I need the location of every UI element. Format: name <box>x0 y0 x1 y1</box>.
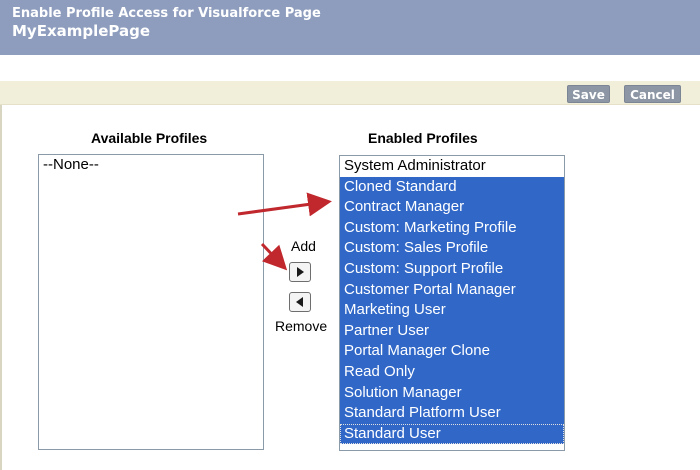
list-item[interactable]: Standard Platform User <box>340 403 564 424</box>
cancel-button[interactable]: Cancel <box>624 85 681 103</box>
triangle-left-icon <box>296 297 303 307</box>
enabled-profiles-label: Enabled Profiles <box>368 130 478 146</box>
list-item[interactable]: Contract Manager <box>340 197 564 218</box>
available-profiles-label: Available Profiles <box>91 130 208 146</box>
header-spacer <box>0 55 700 81</box>
list-item[interactable]: Portal Manager Clone <box>340 341 564 362</box>
button-bar: Save Cancel <box>0 81 700 105</box>
remove-button[interactable] <box>289 292 311 312</box>
list-item[interactable]: --None-- <box>39 155 263 176</box>
list-item[interactable]: Read Only <box>340 361 564 383</box>
list-item[interactable]: System Administrator <box>340 156 564 177</box>
page-title: MyExamplePage <box>12 22 151 40</box>
add-label: Add <box>291 238 316 254</box>
save-button[interactable]: Save <box>567 85 610 103</box>
add-button[interactable] <box>289 262 311 282</box>
list-item[interactable]: Marketing User <box>340 300 564 321</box>
list-item[interactable]: Standard User <box>340 423 564 445</box>
list-item[interactable]: Customer Portal Manager <box>340 279 564 301</box>
list-item[interactable]: Cloned Standard <box>340 176 564 198</box>
remove-label: Remove <box>275 318 328 334</box>
list-item[interactable]: Partner User <box>340 320 564 342</box>
triangle-right-icon <box>297 267 304 277</box>
enabled-profiles-list[interactable]: System Administrator Cloned Standard Con… <box>339 155 565 451</box>
list-item[interactable]: Custom: Marketing Profile <box>340 217 564 239</box>
list-item[interactable]: Custom: Sales Profile <box>340 238 564 259</box>
page-subtitle: Enable Profile Access for Visualforce Pa… <box>12 6 321 21</box>
available-profiles-list[interactable]: --None-- <box>38 154 264 450</box>
page-header: Enable Profile Access for Visualforce Pa… <box>0 0 700 55</box>
list-item[interactable]: Custom: Support Profile <box>340 258 564 280</box>
list-item[interactable]: Solution Manager <box>340 382 564 404</box>
